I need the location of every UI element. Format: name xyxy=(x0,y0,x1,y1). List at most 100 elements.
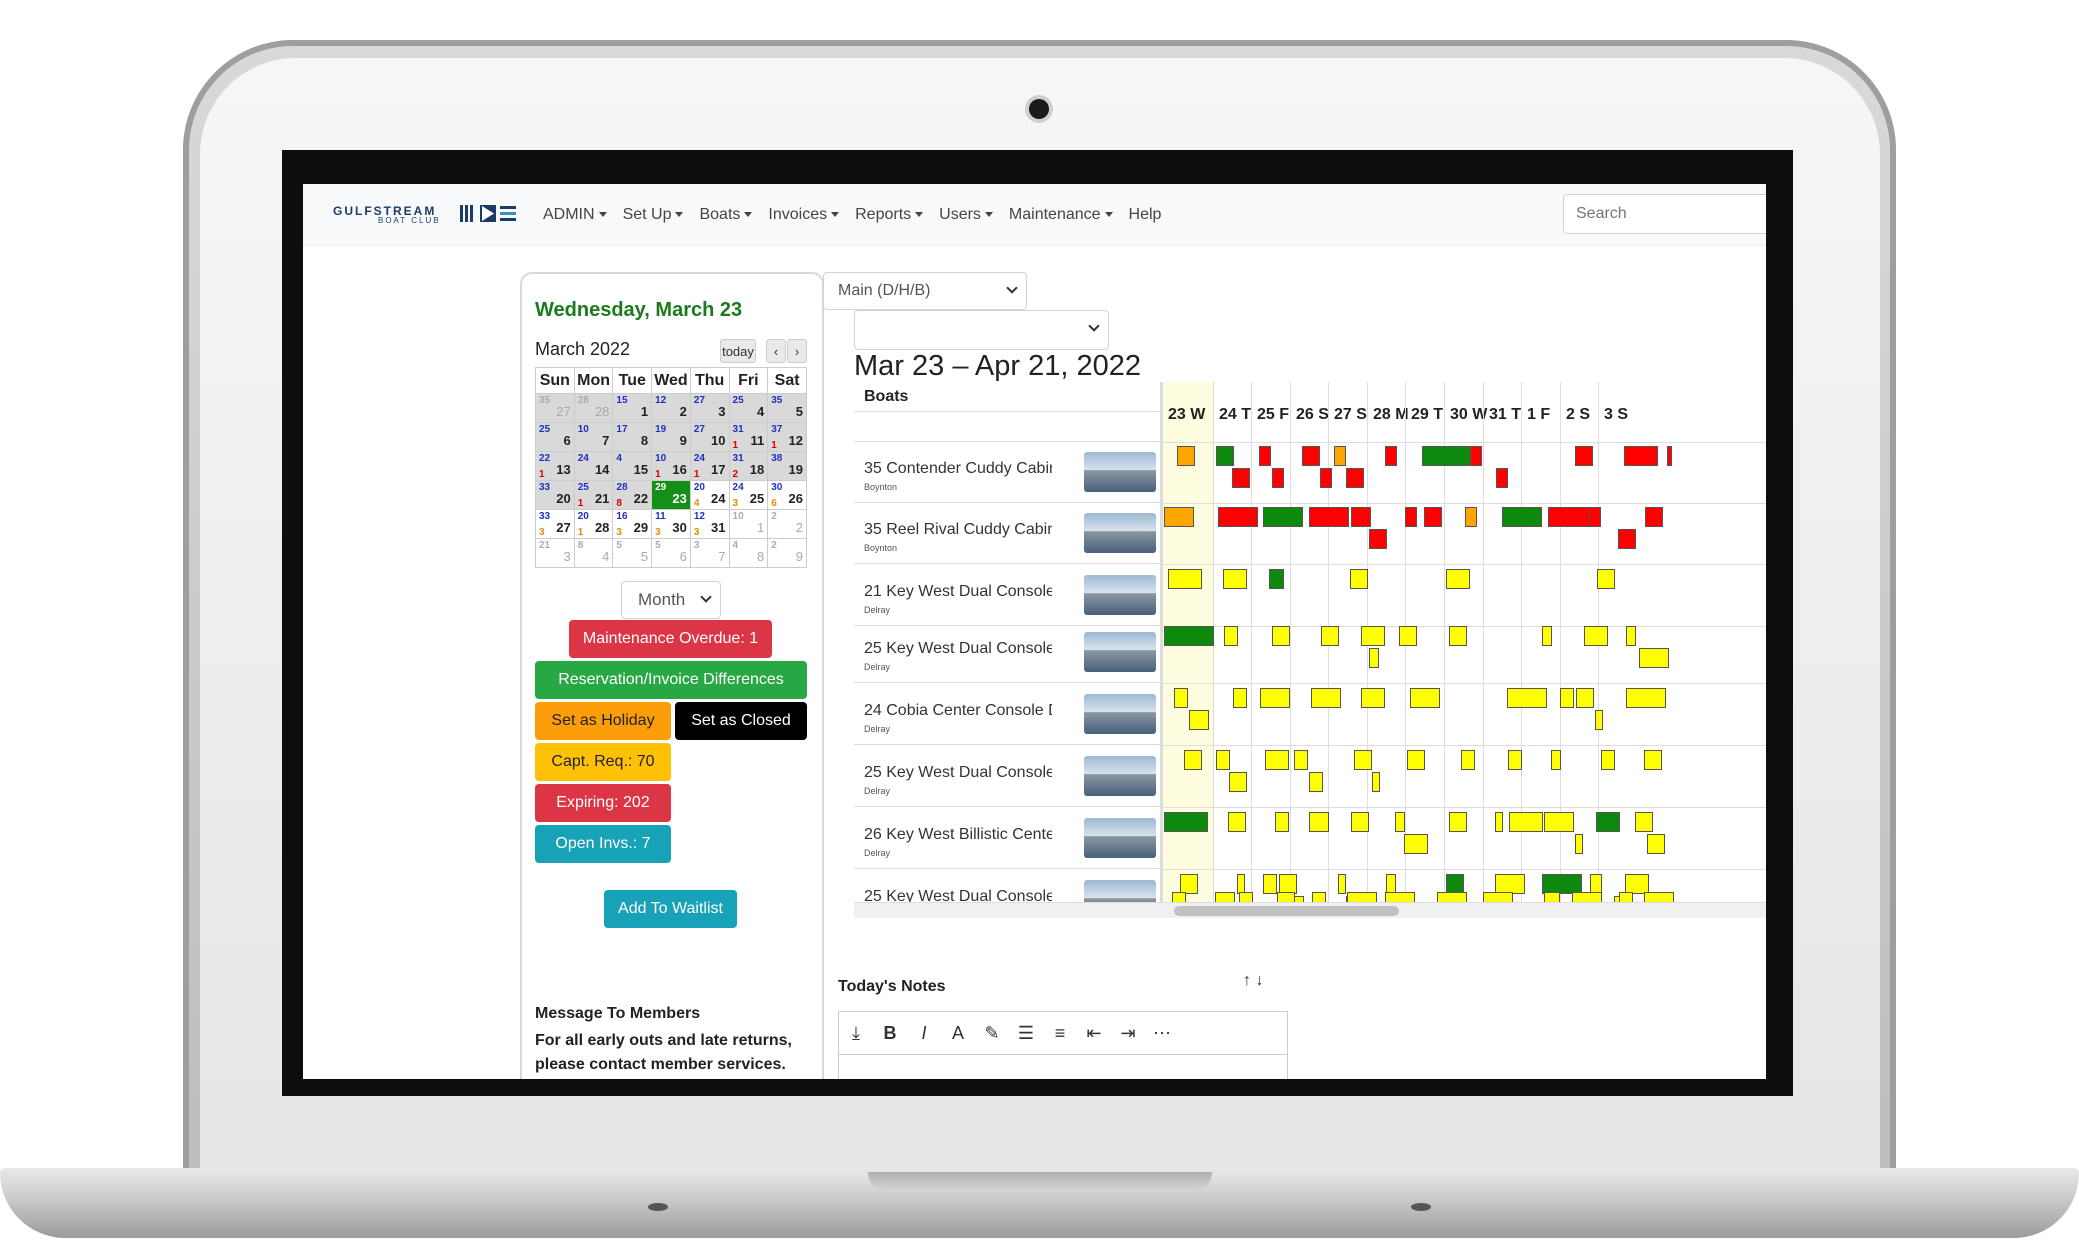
reservation-block[interactable] xyxy=(1470,446,1482,466)
menu-help[interactable]: Help xyxy=(1121,202,1170,228)
calendar-day[interactable]: 27 3 xyxy=(689,393,730,423)
boat-row[interactable]: 21 Key West Dual Console Delray xyxy=(854,565,1160,626)
reservation-block[interactable] xyxy=(1404,834,1428,854)
reservation-block[interactable] xyxy=(1309,812,1329,832)
reservation-block[interactable] xyxy=(1560,688,1574,708)
reservation-block[interactable] xyxy=(1275,812,1289,832)
outdent-button[interactable]: ⇤ xyxy=(1077,1023,1111,1044)
sort-arrows-icon[interactable]: ↑ ↓ xyxy=(1243,972,1263,990)
boat-row[interactable]: 25 Key West Dual Console De Delray xyxy=(854,746,1160,807)
reservation-block[interactable] xyxy=(1446,569,1470,589)
boat-row[interactable]: 25 Key West Dual Console 1 (B Delray xyxy=(854,622,1160,683)
reservation-block[interactable] xyxy=(1626,688,1666,708)
reservation-block[interactable] xyxy=(1311,688,1341,708)
reservation-block[interactable] xyxy=(1424,507,1442,527)
reservation-block[interactable] xyxy=(1263,874,1277,894)
reservation-block[interactable] xyxy=(1164,626,1214,646)
open-invoices-button[interactable]: Open Invs.: 7 xyxy=(535,825,671,863)
reservation-block[interactable] xyxy=(1395,812,1405,832)
reservation-block[interactable] xyxy=(1576,688,1594,708)
calendar-day[interactable]: 11 3 30 xyxy=(651,509,691,539)
reservation-block[interactable] xyxy=(1619,892,1633,902)
next-month-button[interactable]: › xyxy=(787,339,807,363)
font-color-button[interactable]: A xyxy=(941,1023,975,1044)
italic-button[interactable]: I xyxy=(907,1023,941,1044)
reservation-differences-button[interactable]: Reservation/Invoice Differences xyxy=(535,661,807,699)
reservation-block[interactable] xyxy=(1228,812,1246,832)
reservation-block[interactable] xyxy=(1625,874,1649,894)
reservation-block[interactable] xyxy=(1618,529,1636,549)
reservation-block[interactable] xyxy=(1405,507,1417,527)
boat-row[interactable]: 35 Reel Rival Cuddy Cabin Boynton xyxy=(854,503,1160,564)
reservation-block[interactable] xyxy=(1239,892,1253,902)
boat-row[interactable]: 35 Contender Cuddy Cabin Boynton xyxy=(854,442,1160,503)
captain-required-button[interactable]: Capt. Req.: 70 xyxy=(535,743,671,781)
reservation-block[interactable] xyxy=(1347,892,1377,902)
calendar-day[interactable]: 25 6 xyxy=(535,422,575,452)
reservation-block[interactable] xyxy=(1272,468,1284,488)
calendar-day[interactable]: 20 1 28 xyxy=(573,509,614,539)
reservation-block[interactable] xyxy=(1351,507,1371,527)
reservation-block[interactable] xyxy=(1495,812,1503,832)
calendar-day[interactable]: 38 19 xyxy=(767,451,807,481)
reservation-block[interactable] xyxy=(1635,812,1653,832)
reservation-block[interactable] xyxy=(1551,750,1561,770)
reservation-block[interactable] xyxy=(1647,834,1665,854)
scrollbar-thumb[interactable] xyxy=(1174,906,1399,916)
reservation-block[interactable] xyxy=(1572,892,1602,902)
reservation-block[interactable] xyxy=(1595,710,1603,730)
reservation-block[interactable] xyxy=(1626,626,1636,646)
reservation-block[interactable] xyxy=(1263,507,1303,527)
reservation-block[interactable] xyxy=(1269,569,1284,589)
calendar-day[interactable]: 29 xyxy=(767,538,807,568)
reservation-block[interactable] xyxy=(1542,626,1552,646)
reservation-block[interactable] xyxy=(1483,892,1513,902)
reservation-block[interactable] xyxy=(1624,446,1658,466)
download-icon[interactable]: ⤓ xyxy=(839,1023,873,1044)
reservation-block[interactable] xyxy=(1272,626,1290,646)
set-closed-button[interactable]: Set as Closed xyxy=(675,702,807,740)
brand-logo[interactable]: GULFSTREAM BOAT CLUB xyxy=(333,203,543,227)
reservation-block[interactable] xyxy=(1354,750,1372,770)
reservation-block[interactable] xyxy=(1449,626,1467,646)
reservation-block[interactable] xyxy=(1496,468,1508,488)
reservation-block[interactable] xyxy=(1260,688,1290,708)
calendar-day[interactable]: 30 6 26 xyxy=(767,480,807,510)
calendar-day[interactable]: 31 2 18 xyxy=(728,451,769,481)
reservation-block[interactable] xyxy=(1544,892,1560,902)
reservation-block[interactable] xyxy=(1422,446,1472,466)
reservation-block[interactable] xyxy=(1237,874,1245,894)
reservation-block[interactable] xyxy=(1544,812,1574,832)
calendar-day[interactable]: 48 xyxy=(728,538,769,568)
reservation-block[interactable] xyxy=(1172,892,1186,902)
reservation-block[interactable] xyxy=(1508,750,1522,770)
reservation-block[interactable] xyxy=(1399,626,1417,646)
reservation-block[interactable] xyxy=(1449,812,1467,832)
menu-admin[interactable]: ADMIN xyxy=(535,202,615,228)
calendar-day[interactable]: 55 xyxy=(612,538,653,568)
reservation-block[interactable] xyxy=(1309,772,1323,792)
reservation-block[interactable] xyxy=(1461,750,1475,770)
calendar-day[interactable]: 12 2 xyxy=(651,393,691,423)
reservation-block[interactable] xyxy=(1385,892,1415,902)
reservation-block[interactable] xyxy=(1277,892,1295,902)
calendar-day[interactable]: 35 5 xyxy=(767,393,807,423)
schedule-view-select[interactable]: Main (D/H/B) xyxy=(823,272,1027,310)
calendar-day[interactable]: 56 xyxy=(651,538,691,568)
location-select[interactable] xyxy=(854,310,1109,350)
menu-maintenance[interactable]: Maintenance xyxy=(1001,202,1121,228)
reservation-block[interactable] xyxy=(1372,772,1380,792)
calendar-day[interactable]: 10 1 xyxy=(728,509,769,539)
today-button[interactable]: today xyxy=(720,339,756,363)
calendar-day[interactable]: 28 28 xyxy=(573,393,614,423)
notes-editor[interactable] xyxy=(838,1055,1288,1079)
reservation-block[interactable] xyxy=(1645,507,1663,527)
reservation-block[interactable] xyxy=(1216,446,1234,466)
calendar-day[interactable]: 16 3 29 xyxy=(612,509,653,539)
reservation-block[interactable] xyxy=(1164,507,1194,527)
reservation-block[interactable] xyxy=(1589,507,1601,527)
reservation-block[interactable] xyxy=(1495,874,1525,894)
menu-users[interactable]: Users xyxy=(931,202,1001,228)
reservation-block[interactable] xyxy=(1596,812,1620,832)
maintenance-overdue-button[interactable]: Maintenance Overdue: 1 xyxy=(569,620,772,658)
